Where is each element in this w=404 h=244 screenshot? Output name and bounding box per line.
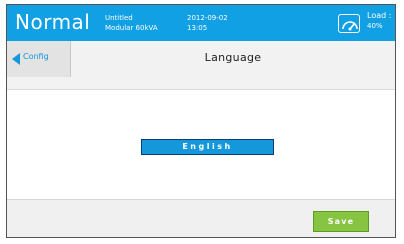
date-time: 2012-09-02 13:05 xyxy=(187,13,228,33)
gauge-icon xyxy=(338,14,360,33)
load-readout: Load : 40% xyxy=(367,11,391,31)
language-option-english[interactable]: English xyxy=(141,139,274,155)
load-label: Load : xyxy=(367,11,392,20)
language-panel: English xyxy=(7,77,395,199)
status-bar: Normal Untitled Modular 60kVA 2012-09-02… xyxy=(7,5,395,41)
panel-header-strip xyxy=(7,77,395,90)
navigation-bar: Config Language xyxy=(7,41,395,78)
footer-bar: Save xyxy=(7,199,395,237)
app-window: Normal Untitled Modular 60kVA 2012-09-02… xyxy=(6,4,396,238)
page-title: Language xyxy=(204,51,262,64)
device-model: Modular 60kVA xyxy=(105,24,158,32)
save-button[interactable]: Save xyxy=(313,211,369,232)
date-text: 2012-09-02 xyxy=(187,14,228,22)
back-button-label: Config xyxy=(23,52,49,61)
device-name: Untitled xyxy=(105,14,133,22)
load-value: 40% xyxy=(367,22,383,30)
device-info: Untitled Modular 60kVA xyxy=(105,13,158,33)
time-text: 13:05 xyxy=(187,24,208,32)
back-button[interactable]: Config xyxy=(7,41,71,77)
back-arrow-icon xyxy=(12,53,20,65)
mode-indicator: Normal xyxy=(15,10,91,34)
